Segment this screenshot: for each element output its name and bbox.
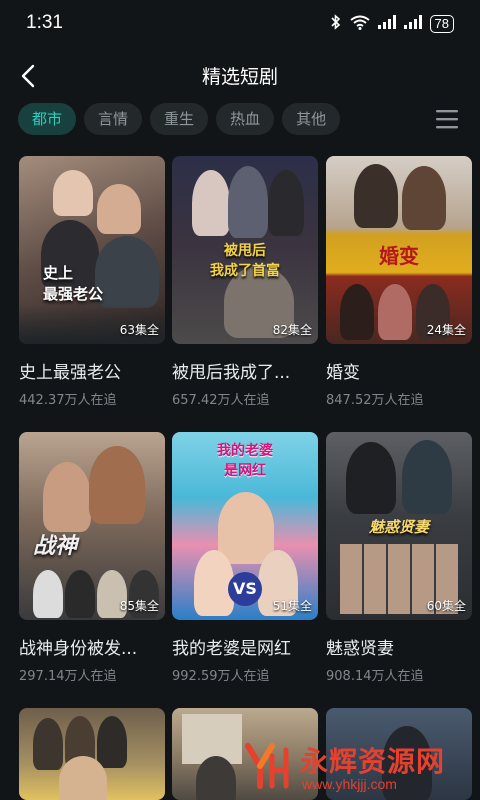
drama-poster: 战神 85集全 bbox=[19, 432, 165, 620]
tab-yanqing[interactable]: 言情 bbox=[84, 103, 143, 135]
header: 精选短剧 bbox=[0, 52, 480, 100]
battery-indicator: 78 bbox=[429, 15, 454, 33]
drama-views: 992.59万人在追 bbox=[172, 669, 270, 684]
wifi-icon bbox=[349, 15, 370, 34]
poster-title-text: 史上 最强老公 bbox=[43, 264, 104, 303]
drama-poster: 被甩后 我成了首富 82集全 bbox=[172, 156, 318, 344]
poster-title-text: 被甩后 我成了首富 bbox=[210, 243, 280, 279]
watermark-title: 永辉资源网 bbox=[300, 745, 446, 778]
drama-views: 442.37万人在追 bbox=[19, 393, 117, 408]
poster-title-text: 婚变 bbox=[379, 244, 419, 268]
episode-badge: 82集全 bbox=[272, 323, 312, 337]
vs-icon: VS bbox=[228, 572, 262, 606]
signal-icon-2 bbox=[403, 15, 422, 33]
drama-views: 908.14万人在追 bbox=[326, 669, 424, 684]
page-title: 精选短剧 bbox=[201, 66, 278, 88]
drama-card[interactable]: 婚变 24集全 婚变 847.52万人在追 bbox=[326, 156, 472, 408]
drama-card[interactable]: 被甩后 我成了首富 82集全 被甩后我成了... 657.42万人在追 bbox=[172, 156, 318, 408]
drama-card[interactable]: VS 我的老婆 是网红 51集全 我的老婆是网红 992.59万人在追 bbox=[172, 432, 318, 684]
drama-title: 魅惑贤妻 bbox=[326, 639, 394, 659]
watermark-logo-icon bbox=[242, 742, 292, 790]
drama-poster: 魅惑贤妻 60集全 bbox=[326, 432, 472, 620]
drama-card[interactable]: 魅惑贤妻 60集全 魅惑贤妻 908.14万人在追 bbox=[326, 432, 472, 684]
episode-badge: 63集全 bbox=[119, 323, 159, 337]
bluetooth-icon bbox=[330, 14, 342, 34]
drama-poster: 史上 最强老公 63集全 bbox=[19, 156, 165, 344]
tab-chongsheng[interactable]: 重生 bbox=[150, 103, 209, 135]
poster-title-text: 魅惑贤妻 bbox=[368, 518, 429, 536]
drama-card[interactable] bbox=[19, 708, 165, 800]
drama-views: 657.42万人在追 bbox=[172, 393, 270, 408]
drama-card[interactable]: 史上 最强老公 63集全 史上最强老公 442.37万人在追 bbox=[19, 156, 165, 408]
drama-views: 297.14万人在追 bbox=[19, 669, 117, 684]
drama-title: 史上最强老公 bbox=[19, 363, 121, 383]
drama-title: 被甩后我成了... bbox=[172, 363, 291, 383]
watermark: 永辉资源网 www.yhkjjj.com bbox=[234, 736, 480, 800]
poster-title-text: 我的老婆 是网红 bbox=[217, 443, 273, 479]
episode-badge: 51集全 bbox=[272, 599, 312, 613]
status-bar: 1:31 78 bbox=[0, 0, 480, 48]
episode-badge: 85集全 bbox=[119, 599, 159, 613]
tab-qita[interactable]: 其他 bbox=[282, 103, 341, 135]
drama-title: 战神身份被发... bbox=[19, 639, 138, 659]
watermark-url: www.yhkjjj.com bbox=[302, 776, 397, 792]
category-tabs: 都市 言情 重生 热血 其他 bbox=[18, 103, 341, 135]
status-time: 1:31 bbox=[26, 12, 63, 33]
drama-views: 847.52万人在追 bbox=[326, 393, 424, 408]
drama-poster bbox=[19, 708, 165, 800]
episode-badge: 60集全 bbox=[426, 599, 466, 613]
poster-title-text: 战神 bbox=[33, 534, 78, 559]
drama-title: 婚变 bbox=[326, 363, 360, 383]
tab-rexue[interactable]: 热血 bbox=[216, 103, 275, 135]
tab-dushi[interactable]: 都市 bbox=[18, 103, 77, 135]
episode-badge: 24集全 bbox=[426, 323, 466, 337]
menu-icon[interactable] bbox=[434, 108, 460, 130]
drama-card[interactable]: 战神 85集全 战神身份被发... 297.14万人在追 bbox=[19, 432, 165, 684]
status-icons: 78 bbox=[330, 14, 454, 34]
drama-poster: VS 我的老婆 是网红 51集全 bbox=[172, 432, 318, 620]
signal-icon-1 bbox=[377, 15, 396, 33]
drama-poster: 婚变 24集全 bbox=[326, 156, 472, 344]
drama-title: 我的老婆是网红 bbox=[172, 639, 291, 659]
